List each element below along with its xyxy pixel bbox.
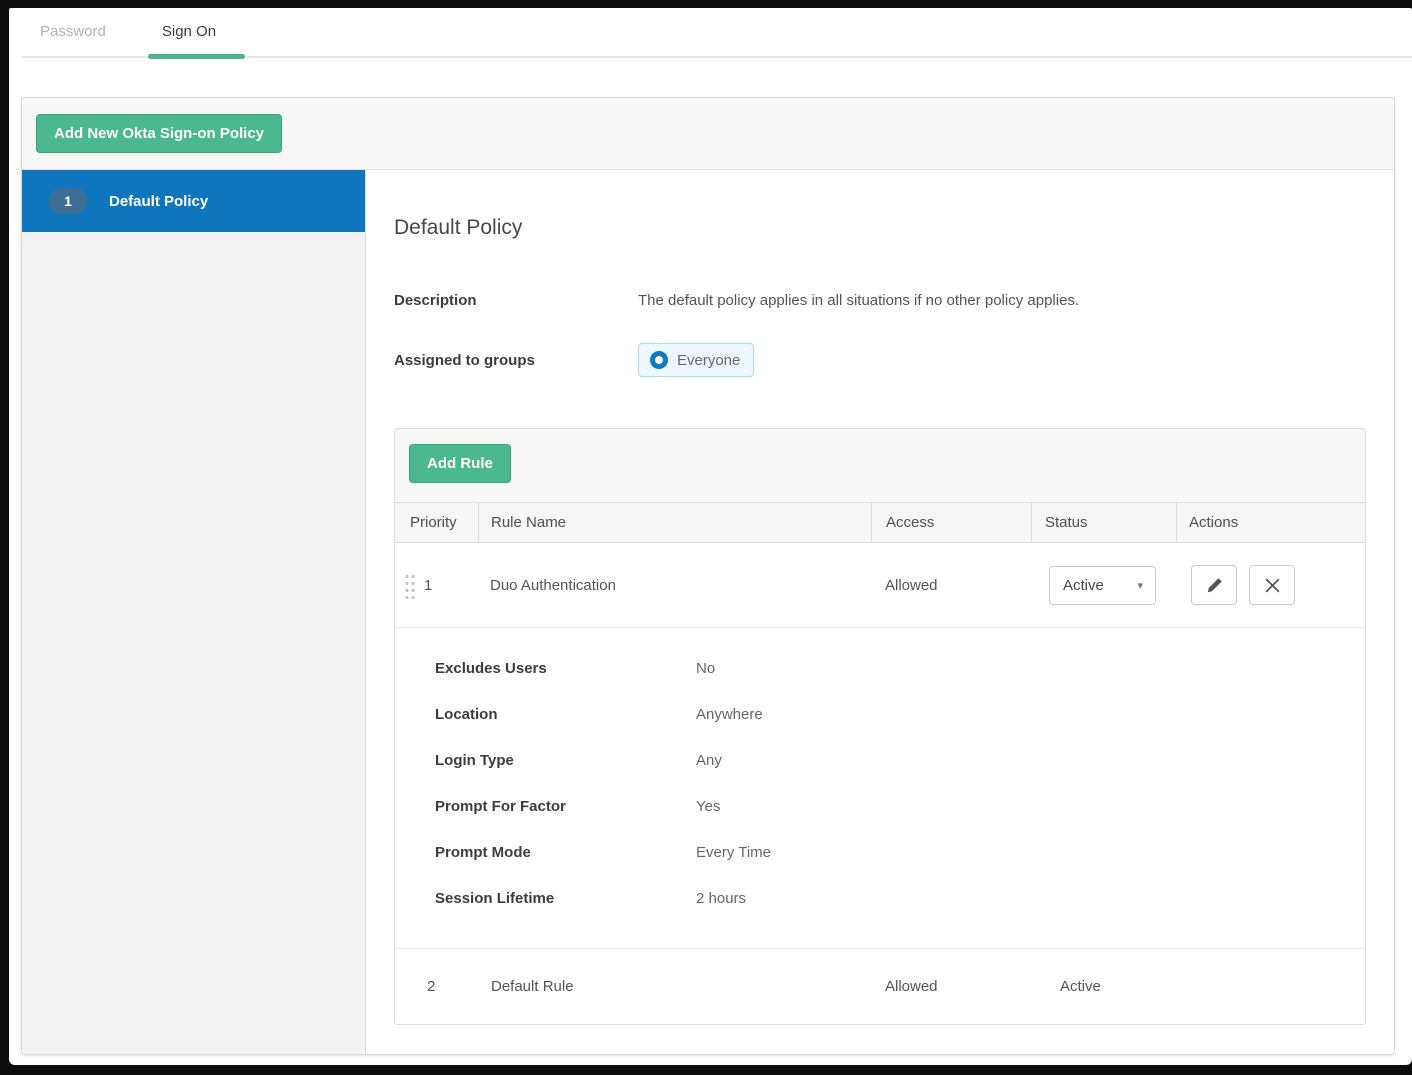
- policy-list-sidebar: 1 Default Policy: [22, 170, 366, 1054]
- detail-label: Location: [435, 706, 498, 723]
- rule-name: Default Rule: [491, 978, 574, 995]
- rules-card-header: Add Rule: [395, 429, 1365, 503]
- detail-value: 2 hours: [696, 890, 747, 907]
- detail-row-location: Location Anywhere: [435, 704, 1365, 726]
- detail-value: Anywhere: [696, 706, 763, 723]
- chevron-down-icon: ▾: [1137, 579, 1143, 592]
- tab-bar: Password Sign On: [9, 8, 1412, 67]
- policy-priority-badge: 1: [49, 188, 87, 214]
- detail-row-prompt-mode: Prompt Mode Every Time: [435, 842, 1365, 864]
- detail-label: Login Type: [435, 752, 514, 769]
- detail-value: Any: [696, 752, 722, 769]
- detail-row-excludes-users: Excludes Users No: [435, 658, 1365, 680]
- detail-label: Prompt Mode: [435, 844, 531, 861]
- column-header-status: Status: [1031, 503, 1176, 542]
- rule-name: Duo Authentication: [490, 576, 616, 594]
- add-policy-button[interactable]: Add New Okta Sign-on Policy: [36, 114, 283, 153]
- policy-detail-pane: Default Policy Description The default p…: [366, 170, 1394, 1054]
- rule-details-section: Excludes Users No Location Anywhere Logi…: [395, 627, 1365, 948]
- sign-on-policy-card: Add New Okta Sign-on Policy 1 Default Po…: [21, 97, 1395, 1055]
- tab-sign-on[interactable]: Sign On: [162, 23, 216, 40]
- page-title: Default Policy: [394, 216, 523, 239]
- column-header-rule-name: Rule Name: [478, 503, 871, 542]
- column-header-actions: Actions: [1176, 503, 1365, 542]
- detail-label: Session Lifetime: [435, 890, 555, 907]
- detail-row-session-lifetime: Session Lifetime 2 hours: [435, 888, 1365, 910]
- rule-priority: 2: [427, 978, 436, 995]
- page-panel: Password Sign On Add New Okta Sign-on Po…: [9, 8, 1412, 1065]
- add-rule-button[interactable]: Add Rule: [409, 444, 511, 483]
- table-row-rule-2: 2 Default Rule Allowed Active: [395, 948, 1365, 1024]
- detail-value: Every Time: [696, 844, 772, 861]
- rule-status-value: Active: [1060, 978, 1101, 995]
- rule-status-dropdown[interactable]: Active ▾: [1049, 565, 1156, 605]
- policy-card-header: Add New Okta Sign-on Policy: [22, 98, 1394, 170]
- table-row-rule-1: 1 Duo Authentication Allowed Active ▾: [395, 543, 1365, 627]
- assigned-group-name: Everyone: [677, 351, 741, 369]
- assigned-group-chip[interactable]: Everyone: [638, 343, 755, 377]
- sidebar-item-default-policy[interactable]: 1 Default Policy: [22, 170, 365, 232]
- edit-rule-button[interactable]: [1191, 565, 1237, 605]
- rule-status-value: Active: [1063, 576, 1104, 594]
- pencil-icon: [1207, 577, 1222, 592]
- delete-rule-button[interactable]: [1249, 565, 1295, 605]
- detail-label: Prompt For Factor: [435, 798, 566, 815]
- everyone-group-icon: [650, 351, 668, 369]
- assigned-groups-label: Assigned to groups: [394, 351, 535, 369]
- tab-password[interactable]: Password: [40, 23, 106, 40]
- rule-access: Allowed: [885, 576, 938, 594]
- column-header-access: Access: [871, 503, 1031, 542]
- detail-label: Excludes Users: [435, 660, 547, 677]
- description-value: The default policy applies in all situat…: [638, 292, 1080, 309]
- active-tab-underline: [148, 54, 245, 59]
- rules-table-header: Priority Rule Name Access Status Actions: [395, 503, 1365, 543]
- description-label: Description: [394, 292, 477, 309]
- detail-row-login-type: Login Type Any: [435, 750, 1365, 772]
- rule-access: Allowed: [885, 978, 938, 995]
- detail-value: No: [696, 660, 716, 677]
- drag-handle-icon[interactable]: [404, 571, 415, 599]
- policy-item-label: Default Policy: [109, 192, 209, 210]
- column-header-priority: Priority: [410, 514, 457, 531]
- rule-priority: 1: [424, 576, 433, 594]
- rules-card: Add Rule Priority Rule Name Access Statu…: [394, 428, 1366, 1025]
- x-icon: [1265, 578, 1279, 592]
- detail-row-prompt-for-factor: Prompt For Factor Yes: [435, 796, 1365, 818]
- detail-value: Yes: [696, 798, 721, 815]
